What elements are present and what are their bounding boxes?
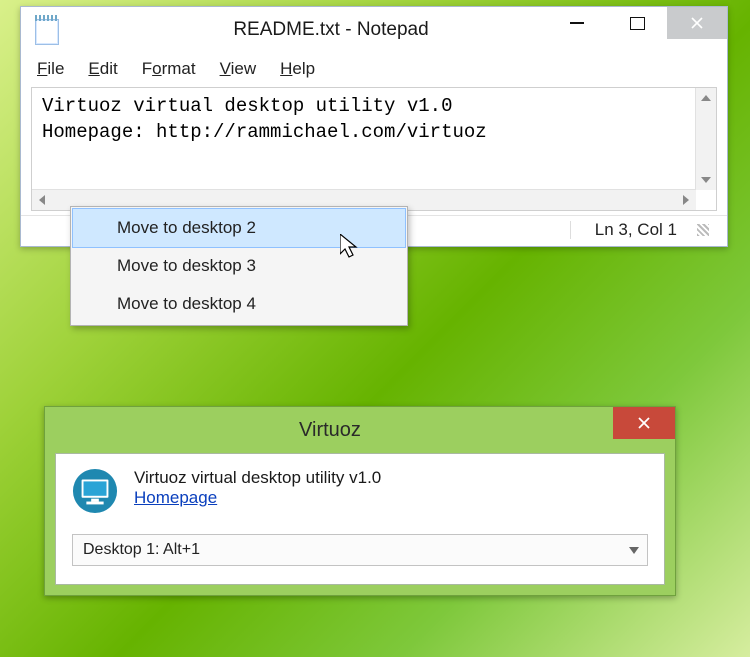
minimize-button[interactable] — [547, 7, 607, 39]
notepad-menubar: File Edit Format View Help — [21, 53, 727, 87]
close-button[interactable] — [667, 7, 727, 39]
notepad-icon — [33, 15, 59, 45]
scroll-left-icon[interactable] — [32, 190, 52, 210]
close-icon — [690, 16, 704, 30]
virtuoz-titlebar[interactable]: Virtuoz — [45, 407, 675, 453]
virtuoz-title: Virtuoz — [45, 419, 675, 442]
context-menu-item-move-desktop-4[interactable]: Move to desktop 4 — [73, 285, 405, 323]
resize-grip-icon[interactable] — [697, 224, 709, 236]
virtuoz-app-icon — [72, 468, 118, 514]
menu-format[interactable]: Format — [138, 57, 200, 81]
desktop-selector-combobox[interactable]: Desktop 1: Alt+1 — [72, 534, 648, 566]
status-caret-position: Ln 3, Col 1 — [595, 220, 677, 240]
menu-help[interactable]: Help — [276, 57, 319, 81]
chevron-down-icon — [629, 547, 639, 554]
notepad-body: Virtuoz virtual desktop utility v1.0 Hom… — [31, 87, 717, 211]
menu-view[interactable]: View — [216, 57, 261, 81]
desktop-background: README.txt - Notepad File Edit Format Vi… — [0, 0, 750, 657]
virtuoz-headline: Virtuoz virtual desktop utility v1.0 — [134, 468, 381, 488]
maximize-button[interactable] — [607, 7, 667, 39]
virtuoz-window: Virtuoz — [44, 406, 676, 596]
menu-file[interactable]: File — [33, 57, 68, 81]
close-icon — [637, 416, 651, 430]
notepad-titlebar[interactable]: README.txt - Notepad — [21, 7, 727, 53]
menu-edit[interactable]: Edit — [84, 57, 121, 81]
virtuoz-body: Virtuoz virtual desktop utility v1.0 Hom… — [55, 453, 665, 585]
context-menu: Move to desktop 2 Move to desktop 3 Move… — [70, 206, 408, 326]
scroll-up-icon[interactable] — [696, 88, 716, 108]
close-button[interactable] — [613, 407, 675, 439]
desktop-selector-value: Desktop 1: Alt+1 — [83, 541, 200, 559]
virtuoz-homepage-link[interactable]: Homepage — [134, 488, 217, 507]
scroll-right-icon[interactable] — [676, 190, 696, 210]
vertical-scrollbar[interactable] — [695, 88, 716, 190]
mouse-cursor-icon — [340, 234, 362, 262]
scroll-down-icon[interactable] — [696, 170, 716, 190]
